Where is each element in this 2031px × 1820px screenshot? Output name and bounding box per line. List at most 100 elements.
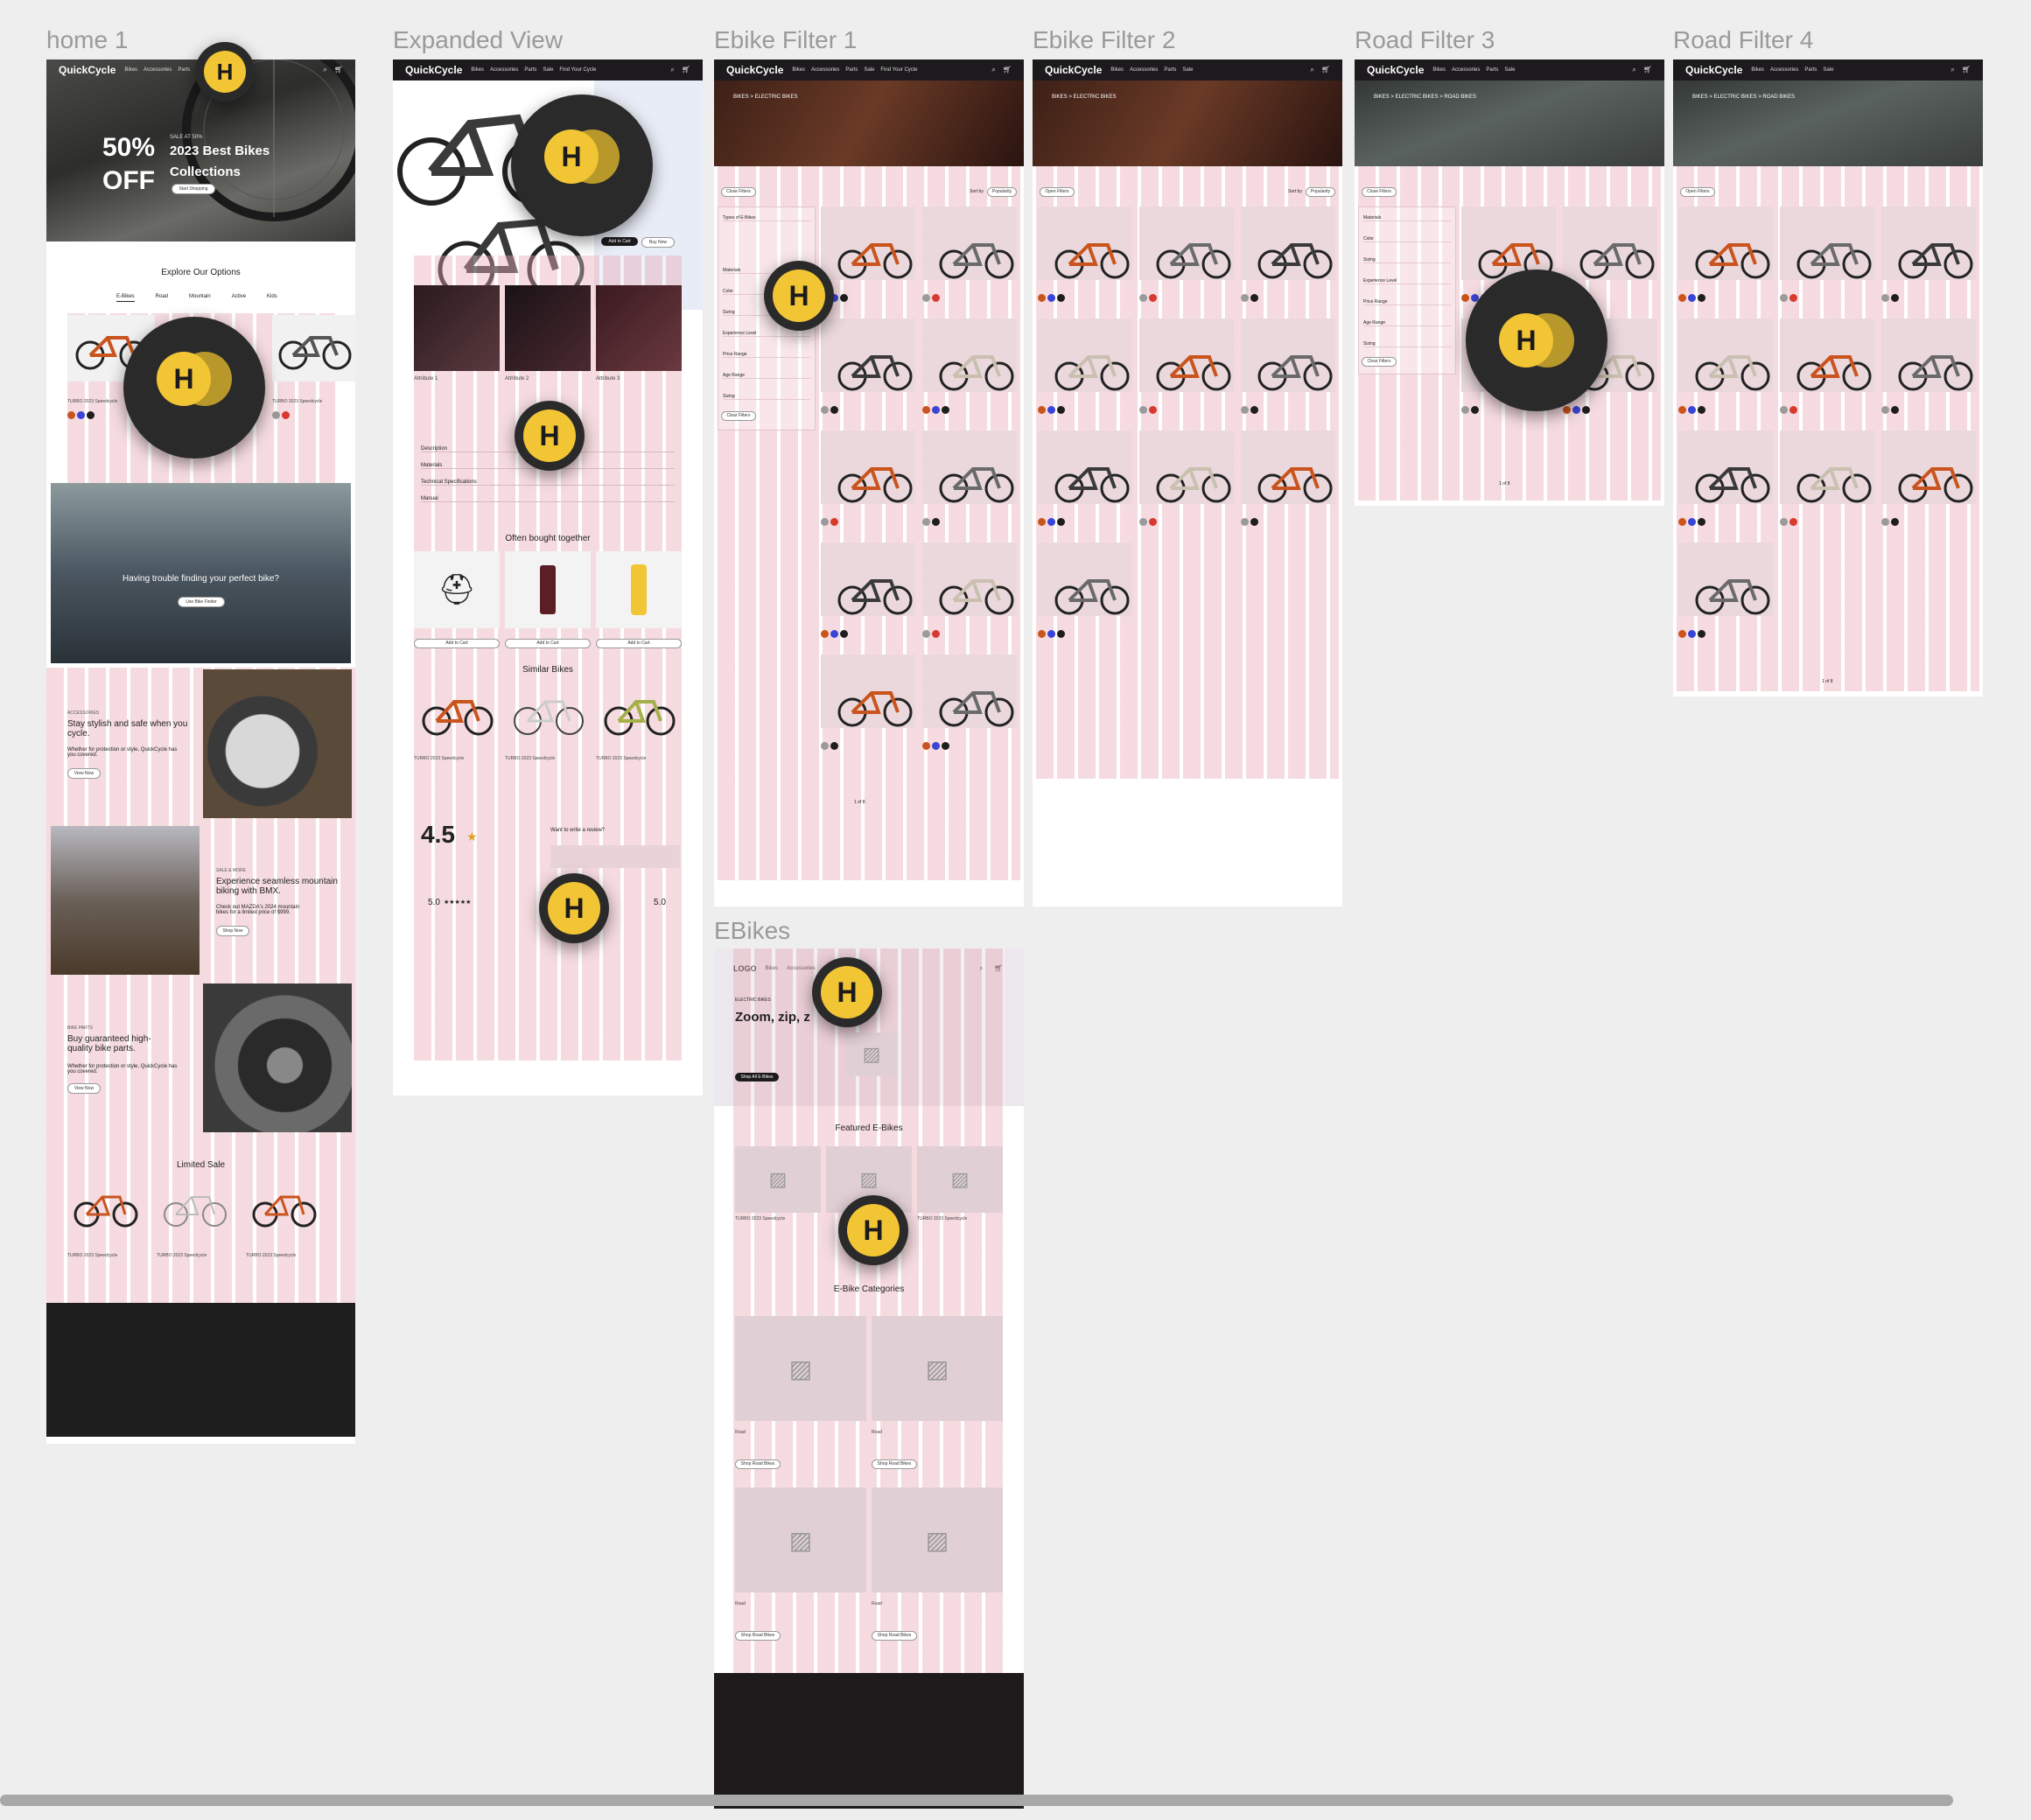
filter-types[interactable]: Types of E-Bikes [723, 215, 810, 221]
color-swatch[interactable] [1678, 294, 1686, 302]
nav-link-accessories[interactable]: Accessories [144, 67, 172, 73]
color-swatch[interactable] [1698, 630, 1705, 638]
logo[interactable]: QuickCycle [405, 64, 462, 76]
bottle-thumb[interactable] [505, 551, 591, 628]
frame-label-ebike2[interactable]: Ebike Filter 2 [1033, 26, 1175, 54]
cart-icon[interactable]: 🛒︎ [1003, 66, 1012, 74]
block2-cta-button[interactable]: Shop Now [216, 926, 249, 936]
pagination[interactable]: 1 of 8 [1499, 481, 1510, 486]
collaborator-avatar[interactable]: H [838, 1195, 908, 1265]
filter-experience[interactable]: Experience Level [723, 331, 810, 337]
frame-label-road3[interactable]: Road Filter 3 [1355, 26, 1495, 54]
nav-link-parts[interactable]: Parts [1164, 67, 1176, 73]
color-swatch[interactable] [1047, 406, 1055, 414]
color-swatch[interactable] [1698, 518, 1705, 526]
color-swatch[interactable] [1582, 406, 1590, 414]
product-card[interactable] [1881, 206, 1976, 304]
cart-icon[interactable]: 🛒︎ [682, 66, 690, 74]
color-swatch[interactable] [1789, 294, 1797, 302]
color-swatch[interactable] [1241, 406, 1249, 414]
color-swatch[interactable] [1057, 294, 1065, 302]
yellow-bottle-thumb[interactable] [596, 551, 682, 628]
filter-experience[interactable]: Experience Level [1363, 278, 1451, 284]
nav-link-parts[interactable]: Parts [178, 67, 190, 73]
bike-finder-button[interactable]: Use Bike Finder [178, 597, 225, 607]
color-swatch[interactable] [932, 742, 940, 750]
nav-link-sale[interactable]: Sale [1504, 67, 1515, 73]
pagination[interactable]: 1 of 8 [854, 800, 865, 805]
logo[interactable]: QuickCycle [59, 64, 116, 76]
shop-road-bikes-button[interactable]: Shop Road Bikes [735, 1460, 781, 1469]
logo[interactable]: QuickCycle [1685, 64, 1742, 76]
color-swatch[interactable] [922, 294, 930, 302]
color-swatch[interactable] [1149, 406, 1157, 414]
product-card[interactable] [922, 318, 1017, 416]
add-to-cart-button[interactable]: Add to Cart [505, 639, 591, 648]
color-swatch[interactable] [821, 406, 829, 414]
product-card[interactable] [1241, 206, 1335, 304]
color-swatch[interactable] [1780, 518, 1788, 526]
color-swatch[interactable] [1780, 406, 1788, 414]
color-swatch[interactable] [1688, 518, 1696, 526]
color-swatch[interactable] [1250, 294, 1258, 302]
product-card[interactable] [821, 430, 915, 528]
color-swatch[interactable] [1250, 518, 1258, 526]
nav-link-accessories[interactable]: Accessories [811, 67, 839, 73]
pagination[interactable]: 1 of 8 [1822, 679, 1833, 684]
color-swatch[interactable] [922, 630, 930, 638]
color-swatch[interactable] [1678, 406, 1686, 414]
filter-price[interactable]: Price Range [1363, 299, 1451, 305]
color-swatch[interactable] [1038, 518, 1046, 526]
add-to-cart-button[interactable]: Add to Cart [414, 639, 500, 648]
color-swatch[interactable] [1241, 518, 1249, 526]
color-swatch[interactable] [1149, 294, 1157, 302]
close-filters-button[interactable]: Close Filters [1362, 187, 1397, 197]
nav-link-parts[interactable]: Parts [845, 67, 858, 73]
color-swatch[interactable] [1038, 630, 1046, 638]
color-swatch[interactable] [1139, 406, 1147, 414]
product-card[interactable] [922, 654, 1017, 752]
swatch-blue[interactable] [77, 411, 85, 419]
color-swatch[interactable] [922, 518, 930, 526]
nav-link-parts[interactable]: Parts [1486, 67, 1498, 73]
sort-select[interactable]: Popularity [987, 187, 1017, 197]
tab-road[interactable]: Road [156, 294, 168, 302]
product-card[interactable] [922, 542, 1017, 640]
search-icon[interactable]: ⌕ [979, 964, 983, 973]
collaborator-avatar-large[interactable]: H [123, 317, 265, 458]
collaborator-avatar[interactable]: H [764, 261, 834, 331]
tab-active[interactable]: Active [232, 294, 246, 302]
product-card[interactable] [1678, 206, 1773, 304]
product-card[interactable] [922, 206, 1017, 304]
block3-cta-button[interactable]: View Now [67, 1083, 101, 1094]
product-card[interactable] [821, 654, 915, 752]
color-swatch[interactable] [1038, 406, 1046, 414]
logo[interactable]: QuickCycle [726, 64, 783, 76]
category-placeholder-1[interactable]: ▨ [735, 1316, 866, 1421]
add-to-cart-button[interactable]: Add to Cart [601, 237, 638, 246]
color-swatch[interactable] [830, 406, 838, 414]
search-icon[interactable]: ⌕ [670, 66, 674, 74]
color-swatch[interactable] [1688, 294, 1696, 302]
color-swatch[interactable] [1038, 294, 1046, 302]
color-swatch[interactable] [922, 406, 930, 414]
frame-label-expanded[interactable]: Expanded View [393, 26, 563, 54]
filter-age[interactable]: Age Range [723, 373, 810, 379]
horizontal-scrollbar[interactable] [0, 1795, 1953, 1806]
hero-cta-button[interactable]: Start Shopping [172, 184, 215, 194]
open-filters-button[interactable]: Open Filters [1040, 187, 1075, 197]
color-swatch[interactable] [821, 518, 829, 526]
search-icon[interactable]: ⌕ [323, 66, 326, 74]
logo[interactable]: QuickCycle [1367, 64, 1424, 76]
sort-select[interactable]: Popularity [1306, 187, 1335, 197]
color-swatch[interactable] [1678, 630, 1686, 638]
filter-sizing-2[interactable]: Sizing [1363, 341, 1451, 347]
accordion-tech-specs[interactable]: Technical Specifications [421, 480, 675, 486]
swatch-red[interactable] [282, 411, 290, 419]
nav-link-accessories[interactable]: Accessories [1130, 67, 1158, 73]
filter-age[interactable]: Age Range [1363, 320, 1451, 326]
swatch-orange[interactable] [67, 411, 75, 419]
color-swatch[interactable] [840, 630, 848, 638]
collaborator-avatar[interactable]: H [812, 957, 882, 1027]
collaborator-avatar-large[interactable]: H [511, 94, 653, 236]
